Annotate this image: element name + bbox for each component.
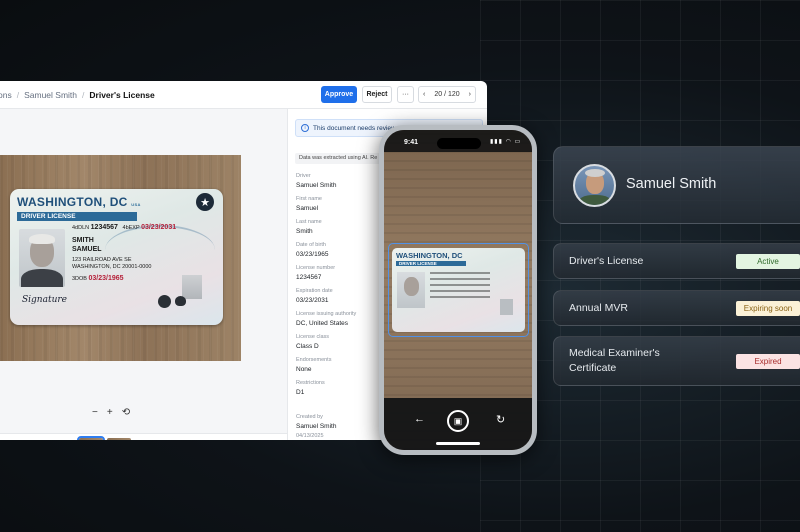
back-arrow-icon[interactable]: ← xyxy=(414,413,425,425)
card-address2: WASHINGTON, DC 20001-0000 xyxy=(72,264,152,270)
zoom-out-button[interactable]: − xyxy=(92,407,98,418)
thumbnail-strip: + xyxy=(0,433,287,440)
avatar xyxy=(573,164,616,207)
card-first-name: SAMUEL xyxy=(72,246,102,253)
phone-card-mini-photo xyxy=(500,299,513,315)
phone-card-lines xyxy=(430,272,490,302)
document-name: Driver's License xyxy=(569,255,644,267)
more-options-button[interactable]: ··· xyxy=(397,86,414,103)
field-restrictions: Restrictions D1 xyxy=(296,380,325,396)
card-state: WASHINGTON, DC USA xyxy=(17,195,141,209)
breadcrumb-separator: / xyxy=(16,90,20,100)
page-indicator: 20 / 120 xyxy=(434,91,460,98)
rotate-icon[interactable]: ⟲ xyxy=(122,407,130,418)
card-last-name: SMITH xyxy=(72,237,94,244)
star-icon: ★ xyxy=(196,193,214,211)
card-signature: Signature xyxy=(22,295,68,305)
document-row[interactable]: Medical Examiner's Certificate Expired xyxy=(553,336,800,386)
signal-icon: ▮▮▮ ◠ ▭ xyxy=(490,139,522,145)
breadcrumb-separator: / xyxy=(82,90,85,100)
document-viewer: WASHINGTON, DC USA DRIVER LICENSE ★ 4dDL… xyxy=(0,109,287,440)
prev-page-button[interactable]: ‹ xyxy=(423,91,425,98)
field-license-class: License class Class D xyxy=(296,334,330,350)
phone-card-type: DRIVER LICENSE xyxy=(396,261,466,266)
thumbnail-back[interactable] xyxy=(107,438,131,440)
card-dob: 3DOB 03/23/1965 xyxy=(72,275,124,282)
profile-name: Samuel Smith xyxy=(626,176,717,192)
field-license-number: License number 1234567 xyxy=(296,265,336,281)
phone-card-photo xyxy=(397,272,425,308)
status-badge: Expiring soon xyxy=(736,301,800,316)
pager: ‹ 20 / 120 › xyxy=(418,86,476,103)
document-name: Annual MVR xyxy=(569,302,628,314)
phone-camera-view: 9:41 ▮▮▮ ◠ ▭ WASHINGTON, DC DRIVER LICEN… xyxy=(384,130,532,450)
profile-card[interactable]: Samuel Smith xyxy=(553,146,800,224)
field-expiration-date: Expiration date 03/23/2031 xyxy=(296,288,333,304)
heart-icon xyxy=(175,296,186,306)
document-name: Medical Examiner's Certificate xyxy=(569,347,660,374)
card-photo xyxy=(19,229,65,287)
card-type: DRIVER LICENSE xyxy=(17,212,137,221)
status-badge: Expired xyxy=(736,354,800,369)
field-first-name: First name Samuel xyxy=(296,196,322,212)
zoom-in-button[interactable]: + xyxy=(107,407,113,418)
card-mini-photo xyxy=(182,275,202,299)
breadcrumb-current: Driver's License xyxy=(89,90,155,100)
seal-icon xyxy=(158,295,171,308)
created-date: 04/13/2025 xyxy=(296,433,324,439)
retake-icon[interactable]: ↻ xyxy=(496,413,505,426)
phone-id-card: WASHINGTON, DC DRIVER LICENSE xyxy=(392,248,525,332)
breadcrumb: ons / Samuel Smith / Driver's License xyxy=(0,90,155,100)
status-badge: Active xyxy=(736,254,800,269)
phone-mockup: 9:41 ▮▮▮ ◠ ▭ WASHINGTON, DC DRIVER LICEN… xyxy=(379,125,537,455)
document-photo: WASHINGTON, DC USA DRIVER LICENSE ★ 4dDL… xyxy=(0,155,241,361)
phone-card-state: WASHINGTON, DC xyxy=(396,251,463,260)
field-endorsements: Endorsements None xyxy=(296,357,332,373)
id-card-image: WASHINGTON, DC USA DRIVER LICENSE ★ 4dDL… xyxy=(10,189,223,325)
camera-controls: ← ▣ ↻ xyxy=(384,398,532,450)
document-row[interactable]: Annual MVR Expiring soon xyxy=(553,290,800,326)
card-address1: 123 RAILROAD AVE SE xyxy=(72,257,132,263)
field-date-of-birth: Date of birth 03/23/1965 xyxy=(296,242,329,258)
field-driver: Driver Samuel Smith xyxy=(296,173,337,189)
breadcrumb-item[interactable]: Samuel Smith xyxy=(24,90,77,100)
breadcrumb-item[interactable]: ons xyxy=(0,90,12,100)
field-created-by: Created by Samuel Smith 04/13/2025 xyxy=(296,414,337,439)
approve-button[interactable]: Approve xyxy=(321,86,357,103)
capture-button[interactable]: ▣ xyxy=(447,410,469,432)
next-page-button[interactable]: › xyxy=(469,91,471,98)
status-time: 9:41 xyxy=(404,139,419,146)
phone-status-bar: 9:41 ▮▮▮ ◠ ▭ xyxy=(384,130,532,152)
card-number: 4dDLN 1234567 4bEXP 03/23/2031 xyxy=(72,224,177,231)
document-row[interactable]: Driver's License Active xyxy=(553,243,800,279)
field-last-name: Last name Smith xyxy=(296,219,322,235)
home-indicator xyxy=(436,442,480,445)
reject-button[interactable]: Reject xyxy=(362,86,392,103)
thumbnail-front[interactable] xyxy=(77,436,105,440)
info-icon: i xyxy=(301,124,309,132)
field-issuing-authority: License issuing authority DC, United Stat… xyxy=(296,311,357,327)
zoom-controls: − + ⟲ xyxy=(92,403,130,421)
top-bar: ons / Samuel Smith / Driver's License Ap… xyxy=(0,81,487,109)
dynamic-island xyxy=(437,138,481,149)
